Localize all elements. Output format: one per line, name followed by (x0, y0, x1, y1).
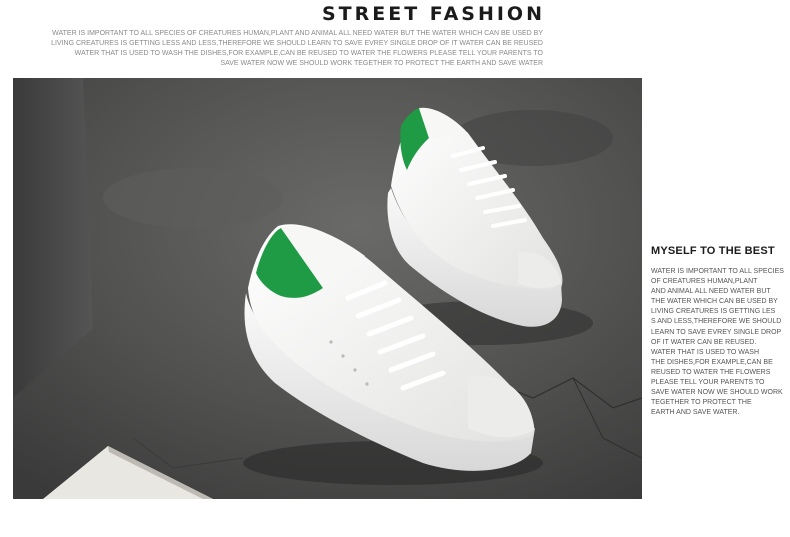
sneakers-illustration (13, 78, 642, 499)
body-line: REUSED TO WATER THE FLOWERS (651, 368, 771, 376)
body-line: EARTH AND SAVE WATER. (651, 409, 740, 417)
body-line: TEGETHER TO PROTECT THE (651, 399, 752, 407)
intro-line: WATER THAT IS USED TO WASH THE DISHES,FO… (74, 50, 543, 57)
body-line: S AND LESS,THEREFORE WE SHOULD (651, 318, 782, 326)
body-line: PLEASE TELL YOUR PARENTS TO (651, 379, 765, 387)
body-line: LEARN TO SAVE EVREY SINGLE DROP (651, 328, 782, 336)
body-line: WATER THAT IS USED TO WASH (651, 348, 759, 356)
page-title: STREET FASHION (321, 3, 545, 25)
body-line: WATER IS IMPORTANT TO ALL SPECIES (651, 268, 784, 275)
product-photo (13, 78, 642, 499)
intro-line: LIVING CREATURES IS GETTING LESS AND LES… (51, 40, 543, 47)
body-line: LIVING CREATURES IS GETTING LES (651, 308, 776, 316)
section-body: WATER IS IMPORTANT TO ALL SPECIES OF CRE… (651, 267, 786, 418)
header: STREET FASHION WATER IS IMPORTANT TO ALL… (0, 0, 790, 72)
intro-line: WATER IS IMPORTANT TO ALL SPECIES OF CRE… (52, 30, 543, 37)
section-title: MYSELF TO THE BEST (651, 245, 775, 257)
body-line: THE DISHES,FOR EXAMPLE,CAN BE (651, 358, 773, 366)
side-description: MYSELF TO THE BEST WATER IS IMPORTANT TO… (651, 245, 786, 418)
body-line: OF IT WATER CAN BE REUSED. (651, 338, 757, 346)
body-line: THE WATER WHICH CAN BE USED BY (651, 298, 778, 306)
intro-text: WATER IS IMPORTANT TO ALL SPECIES OF CRE… (23, 29, 543, 69)
body-line: OF CREATURES HUMAN,PLANT (651, 278, 758, 286)
intro-line: SAVE WATER NOW WE SHOULD WORK TEGETHER T… (220, 60, 543, 67)
body-line: SAVE WATER NOW WE SHOULD WORK (651, 389, 783, 397)
floor-patch (103, 168, 283, 228)
body-line: AND ANIMAL ALL NEED WATER BUT (651, 288, 771, 296)
